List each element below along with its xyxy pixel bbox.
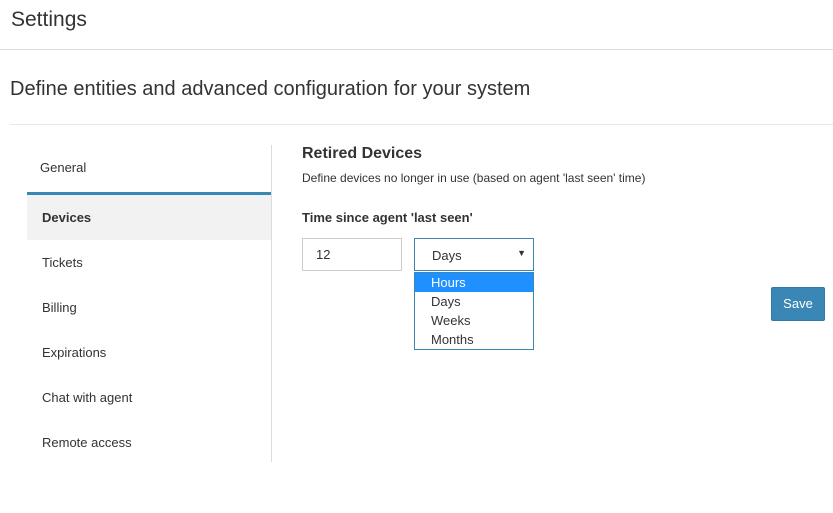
settings-sidebar: General Devices Tickets Billing Expirati… (27, 145, 272, 462)
divider (10, 124, 833, 125)
dropdown-option-days[interactable]: Days (415, 292, 533, 311)
save-button[interactable]: Save (771, 287, 825, 321)
section-title: Retired Devices (302, 145, 423, 162)
time-unit-dropdown: Hours Days Weeks Months (414, 272, 534, 350)
sidebar-item-general[interactable]: General (27, 145, 271, 195)
section-description: Define devices no longer in use (based o… (302, 171, 646, 185)
time-unit-select[interactable]: Days ▼ (414, 238, 534, 271)
sidebar-item-chat-with-agent[interactable]: Chat with agent (27, 375, 271, 420)
field-label: Time since agent 'last seen' (302, 210, 473, 225)
sidebar-item-expirations[interactable]: Expirations (27, 330, 271, 375)
sidebar-item-devices[interactable]: Devices (27, 195, 271, 240)
sidebar-item-tickets[interactable]: Tickets (27, 240, 271, 285)
sidebar-item-label: Remote access (42, 435, 132, 450)
dropdown-option-weeks[interactable]: Weeks (415, 311, 533, 330)
page-header: Settings (0, 0, 833, 50)
select-value: Days (432, 248, 462, 263)
dropdown-option-months[interactable]: Months (415, 330, 533, 349)
dropdown-option-hours[interactable]: Hours (415, 273, 533, 292)
sidebar-item-remote-access[interactable]: Remote access (27, 420, 271, 465)
sidebar-item-label: Chat with agent (42, 390, 133, 405)
page-title: Settings (11, 8, 87, 31)
sidebar-item-label: Billing (42, 300, 77, 315)
sidebar-item-billing[interactable]: Billing (27, 285, 271, 330)
time-value-input[interactable] (302, 238, 402, 271)
sidebar-item-label: Tickets (42, 255, 83, 270)
sidebar-item-label: General (40, 160, 87, 175)
page-subtitle: Define entities and advanced configurati… (10, 78, 531, 100)
sidebar-item-label: Expirations (42, 345, 107, 360)
sidebar-item-label: Devices (42, 210, 92, 225)
caret-down-icon: ▼ (517, 248, 526, 258)
